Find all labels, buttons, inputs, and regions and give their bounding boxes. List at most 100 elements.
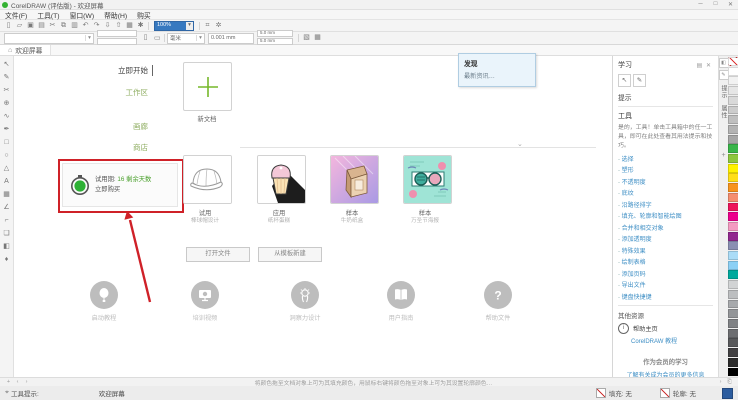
table-tool[interactable]: ▦ <box>1 188 13 201</box>
status-welcome-tab[interactable]: 欢迎屏幕 <box>99 388 125 398</box>
grid-icon[interactable]: ▦ <box>124 21 135 31</box>
palette-color[interactable] <box>728 135 738 144</box>
palette-color[interactable] <box>728 57 738 66</box>
page-dimensions[interactable] <box>97 30 137 46</box>
chevron-down-icon[interactable]: ▾ <box>85 35 93 41</box>
shape-tool[interactable]: ✎ <box>1 71 13 84</box>
menu-buy[interactable]: 购买 <box>132 10 156 20</box>
import-icon[interactable]: ⇩ <box>102 21 113 31</box>
palette-color[interactable] <box>728 261 738 270</box>
palette-color[interactable] <box>728 125 738 134</box>
fill-tool[interactable]: ♦ <box>1 253 13 266</box>
hint-link[interactable]: 选择 <box>618 154 713 163</box>
design-insights-button[interactable] <box>291 281 319 309</box>
shadow-tool[interactable]: ❏ <box>1 227 13 240</box>
palette-color[interactable] <box>728 86 738 95</box>
palette-color[interactable] <box>728 212 738 221</box>
portrait-icon[interactable]: ▯ <box>140 33 151 43</box>
zoom-level-combo[interactable]: 100% ▾ <box>154 21 194 31</box>
page-size-combo[interactable]: ▾ <box>4 33 94 44</box>
palette-color[interactable] <box>728 329 738 338</box>
new-document-icon[interactable]: ▯ <box>3 21 14 31</box>
new-from-template-button[interactable]: 从模板新建 <box>258 247 322 262</box>
docker-menu-icon[interactable]: ▤ <box>695 62 704 69</box>
text-tool[interactable]: A <box>1 175 13 188</box>
landscape-icon[interactable]: ▯ <box>152 33 162 44</box>
redo-icon[interactable]: ↷ <box>91 21 102 31</box>
hint-link[interactable]: 底纹 <box>618 188 713 197</box>
paste-icon[interactable]: ▥ <box>69 21 80 31</box>
options-icon[interactable]: ✲ <box>213 21 224 31</box>
hint-link[interactable]: 添加透明度 <box>618 234 713 243</box>
treat-as-filled-icon[interactable]: ▧ <box>301 33 312 43</box>
palette-color[interactable] <box>728 290 738 299</box>
export-icon[interactable]: ⇧ <box>113 21 124 31</box>
palette-color[interactable] <box>728 203 738 212</box>
menu-help[interactable]: 帮助(H) <box>99 10 132 20</box>
startup-tour-button[interactable] <box>90 281 118 309</box>
palette-color[interactable] <box>728 232 738 241</box>
menu-window[interactable]: 窗口(W) <box>65 10 100 20</box>
undo-icon[interactable]: ↶ <box>80 21 91 31</box>
save-icon[interactable]: ▣ <box>25 21 36 31</box>
nav-get-started[interactable]: 立即开始 <box>68 65 148 76</box>
hint-link[interactable]: 塑形 <box>618 165 713 174</box>
duplicate-y-field[interactable]: 5.0 mm <box>257 38 293 45</box>
hint-link[interactable]: 填充、轮廓和智能绘图 <box>618 211 713 220</box>
polygon-tool[interactable]: △ <box>1 162 13 175</box>
hint-link[interactable]: 键盘快捷键 <box>618 292 713 301</box>
template-card-cupcake[interactable] <box>257 155 306 204</box>
new-document-card[interactable] <box>183 62 232 111</box>
cut-icon[interactable]: ✂ <box>47 21 58 31</box>
hint-link[interactable]: 特殊效果 <box>618 246 713 255</box>
nav-gallery[interactable]: 画廊 <box>68 121 148 132</box>
open-icon[interactable]: ▱ <box>14 21 25 31</box>
pick-tool-hint-icon[interactable]: ↖ <box>618 74 631 87</box>
help-button[interactable]: ? <box>484 281 512 309</box>
palette-color[interactable] <box>728 338 738 347</box>
duplicate-x-field[interactable]: 5.0 mm <box>257 30 293 37</box>
add-page-icon[interactable]: + <box>4 379 13 385</box>
open-file-button[interactable]: 打开文件 <box>186 247 250 262</box>
rectangle-tool[interactable]: □ <box>1 136 13 149</box>
training-videos-button[interactable] <box>191 281 219 309</box>
transparency-tool[interactable]: ◧ <box>1 240 13 253</box>
palette-color[interactable] <box>728 368 738 377</box>
palette-color[interactable] <box>728 270 738 279</box>
minimize-button[interactable]: ─ <box>693 1 708 8</box>
palette-color[interactable] <box>728 193 738 202</box>
user-guide-button[interactable] <box>387 281 415 309</box>
palette-color[interactable] <box>728 251 738 260</box>
palette-color[interactable] <box>728 173 738 182</box>
zoom-tool[interactable]: ⊕ <box>1 97 13 110</box>
hint-link[interactable]: 添加页码 <box>618 269 713 278</box>
ellipse-tool[interactable]: ○ <box>1 149 13 162</box>
copy-icon[interactable]: ⧉ <box>58 21 69 31</box>
palette-color[interactable] <box>728 348 738 357</box>
palette-color[interactable] <box>728 106 738 115</box>
dimension-tool[interactable]: ∠ <box>1 201 13 214</box>
menu-file[interactable]: 文件(F) <box>0 10 32 20</box>
chevron-down-icon[interactable]: ▾ <box>186 22 193 30</box>
freehand-tool[interactable]: ∿ <box>1 110 13 123</box>
connector-tool[interactable]: ⌐ <box>1 214 13 227</box>
nav-workspace[interactable]: 工作区 <box>68 87 148 98</box>
close-button[interactable]: ✕ <box>723 1 738 8</box>
menu-tools[interactable]: 工具(T) <box>32 10 64 20</box>
pick-tool[interactable]: ↖ <box>1 58 13 71</box>
crop-tool[interactable]: ✂ <box>1 84 13 97</box>
print-icon[interactable]: ▤ <box>36 21 47 31</box>
palette-color[interactable] <box>728 309 738 318</box>
page-back-icon[interactable]: ‹ <box>13 379 22 385</box>
pen-tool-hint-icon[interactable]: ✎ <box>633 74 646 87</box>
page-forward-icon[interactable]: › <box>22 379 31 385</box>
palette-color[interactable] <box>728 241 738 250</box>
launcher-icon[interactable]: ✱ <box>135 21 146 31</box>
palette-color[interactable] <box>728 76 738 85</box>
artistic-media-tool[interactable]: ✒ <box>1 123 13 136</box>
units-combo[interactable]: 毫米 ▾ <box>167 33 205 44</box>
palette-color[interactable] <box>728 183 738 192</box>
proof-color-icon[interactable] <box>722 388 733 399</box>
maximize-button[interactable]: □ <box>708 1 723 8</box>
scroll-right-icon[interactable]: › <box>716 379 725 385</box>
